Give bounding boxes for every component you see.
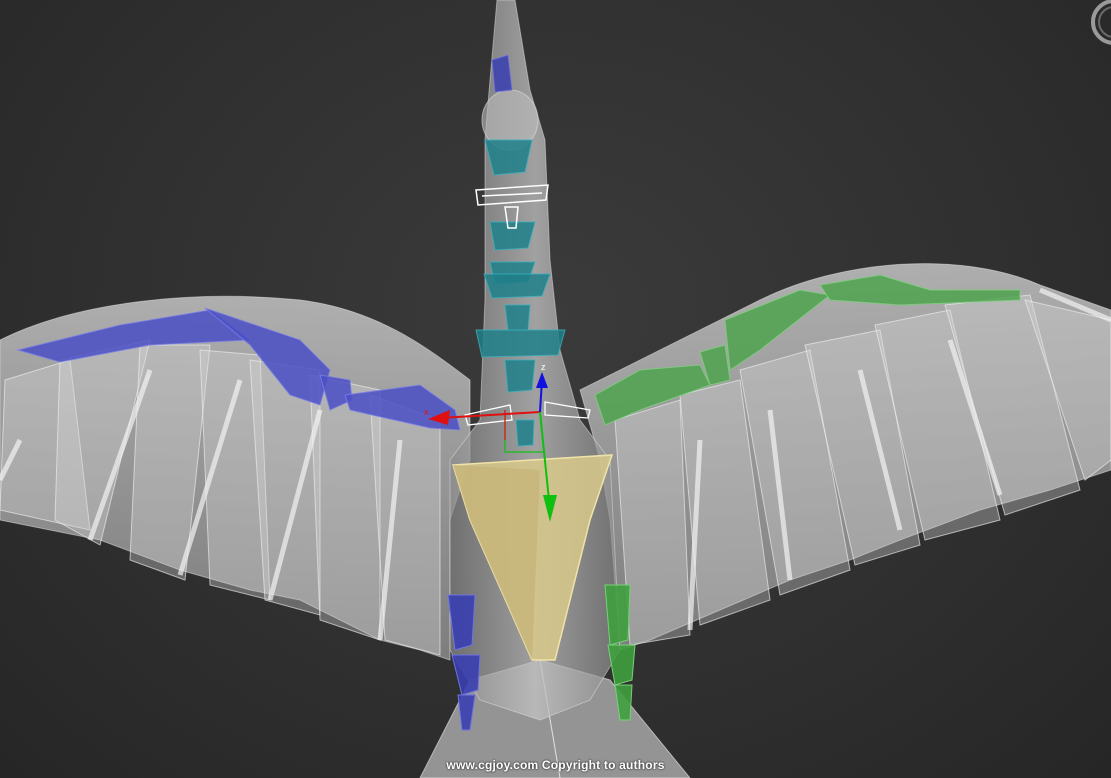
scene-render: x z — [0, 0, 1111, 778]
right-wing[interactable] — [579, 263, 1111, 651]
viewcube-ring-icon[interactable] — [1088, 0, 1111, 48]
3d-viewport[interactable]: x z www.cgjoy.com Copyright to authors — [0, 0, 1111, 778]
watermark-text: www.cgjoy.com Copyright to authors — [446, 758, 665, 772]
gizmo-x-label: x — [424, 407, 429, 417]
gizmo-z-label: z — [541, 362, 546, 372]
